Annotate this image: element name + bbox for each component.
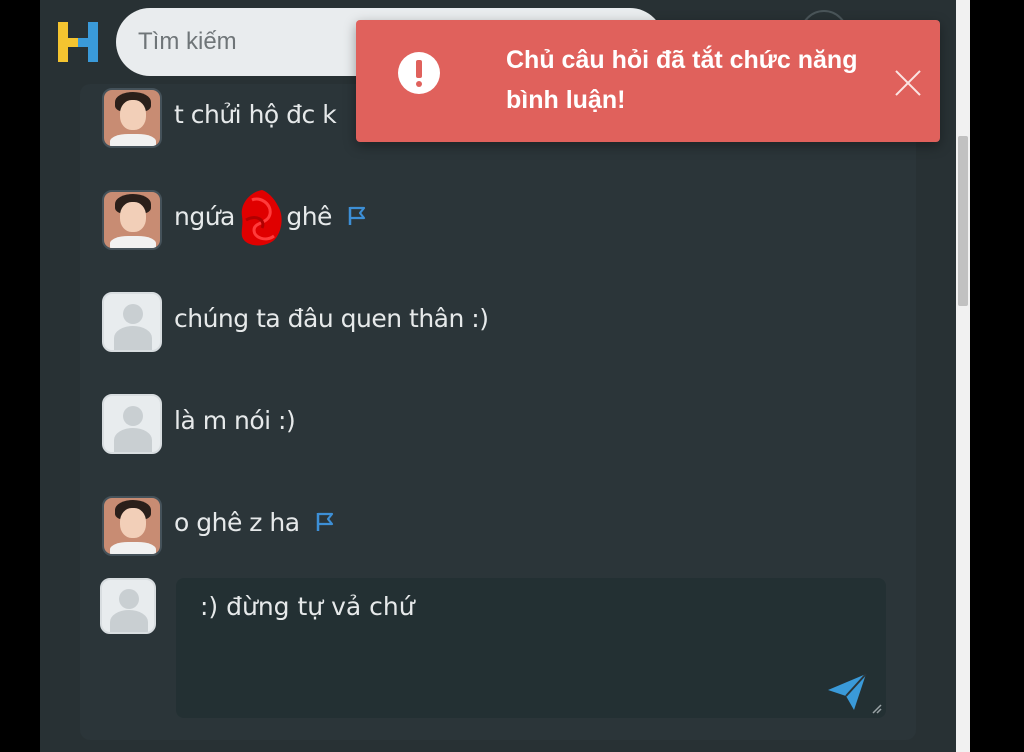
report-flag-icon[interactable] [346,204,368,233]
avatar[interactable] [102,394,162,454]
logo-icon[interactable] [56,18,100,66]
comment-text: t chửi hộ đc k [174,100,337,129]
reply-box[interactable] [176,578,886,718]
avatar[interactable] [102,88,162,148]
avatar[interactable] [102,292,162,352]
scrollbar-thumb[interactable] [958,136,968,306]
reply-avatar [100,578,156,634]
scrollbar-cap [956,0,970,14]
toast-message: Chủ câu hỏi đã tắt chức năng bình luận! [506,46,858,114]
close-icon[interactable] [892,66,926,100]
scrollbar[interactable] [956,0,970,752]
error-toast: Chủ câu hỏi đã tắt chức năng bình luận! [356,20,940,142]
avatar[interactable] [102,190,162,250]
report-flag-icon[interactable] [314,510,336,539]
comment-text: chúng ta đâu quen thân :) [174,304,489,333]
red-scribble [241,190,282,246]
avatar [100,578,156,634]
alert-icon [398,52,440,94]
reply-input[interactable] [176,578,886,718]
comment-text: o ghê z ha [174,508,336,539]
send-icon[interactable] [826,672,868,712]
avatar[interactable] [102,496,162,556]
resize-handle-icon[interactable] [870,702,882,714]
comment-text: là m nói :) [174,406,296,435]
